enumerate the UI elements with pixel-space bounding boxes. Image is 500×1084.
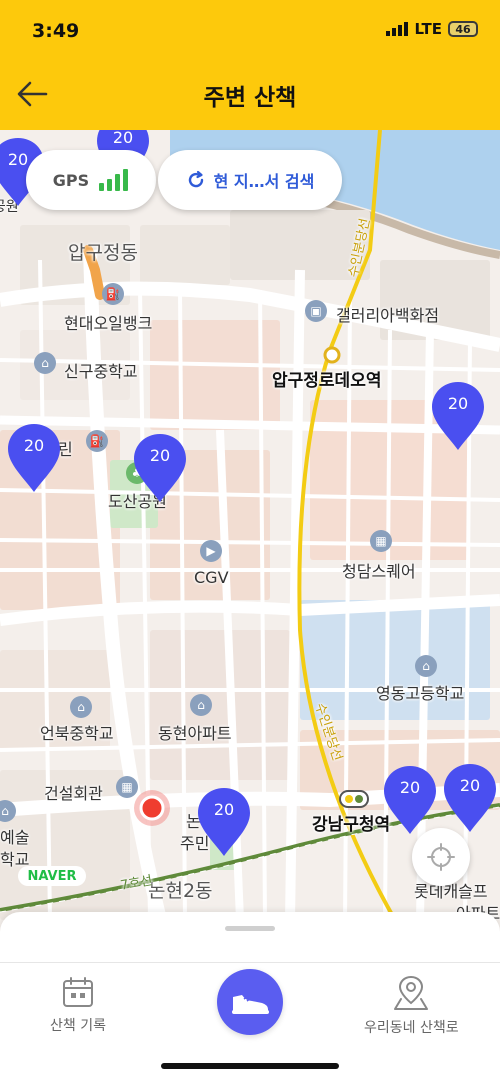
station-label: 압구정로데오역 [272,371,382,391]
gps-label: GPS [52,170,90,190]
home-indicator [161,1063,339,1069]
place-label: 언북중학교 [40,724,114,743]
place-label: CGV [194,568,229,587]
map-view[interactable]: ⛽ ▣ ⌂ ⛽ ♣ ▶ ▦ ⌂ ⌂ ⌂ ▦ ⌂ 압구정동 현대오일뱅크 갤러리아… [0,130,500,920]
tab-neighborhood-trail[interactable]: 우리동네 산책로 [364,975,459,1037]
map-pin-icon [8,424,60,492]
tab-label: 우리동네 산책로 [364,1020,459,1036]
map-pin-icon [432,382,484,450]
place-label: 영동고등학교 [376,684,465,703]
pin-count: 20 [23,436,45,455]
place-label: 건설회관 [44,784,103,803]
sheet-handle[interactable] [225,926,275,931]
gas-station-icon: ⛽ [86,430,108,452]
tab-label: 산책 기록 [50,1018,106,1034]
place-label: 현대오일뱅크 [64,314,153,333]
network-type: LTE [414,20,442,38]
walk-count-pin[interactable]: 20 [382,764,438,836]
map-pin-icon [134,434,186,502]
search-here-label: 현 지…서 검색 [213,172,315,191]
map-pin-icon [394,975,429,1010]
walk-count-pin[interactable]: 20 [430,380,486,452]
building-icon: ▦ [116,776,138,798]
pin-count: 20 [447,394,469,413]
start-walk-button[interactable] [217,969,283,1035]
top-bar: 3:49 LTE 46 주변 산책 [0,0,500,130]
status-indicators: LTE 46 [386,20,478,38]
place-label: 청담스퀘어 [342,562,416,581]
tab-bar: 산책 기록 우리동네 산책로 [0,962,500,1084]
school-icon: ⌂ [70,696,92,718]
place-label: 예술 [0,828,30,847]
pin-count: 20 [459,776,481,795]
walk-count-pin[interactable]: 20 [6,422,62,494]
cinema-icon: ▶ [200,540,222,562]
sneaker-icon [232,995,269,1014]
walk-count-pin[interactable]: 20 [442,762,498,834]
map-pin-icon [384,766,436,834]
gps-signal-icon [99,169,129,191]
status-time: 3:49 [32,20,80,42]
naver-logo: NAVER [18,866,86,886]
apartment-icon: ⌂ [190,694,212,716]
battery-icon: 46 [448,21,478,37]
building-icon: ▦ [370,530,392,552]
my-location-button[interactable] [412,828,470,886]
school-icon: ⌂ [34,352,56,374]
pin-count: 20 [149,446,171,465]
gps-status-pill[interactable]: GPS [26,150,156,210]
refresh-icon [188,170,203,188]
school-icon: ⌂ [415,655,437,677]
station-label: 강남구청역 [312,815,391,835]
place-label: 논현2동 [148,880,213,902]
gas-station-icon: ⛽ [102,283,124,305]
pin-count: 20 [213,800,235,819]
map-pin-icon [444,764,496,832]
place-label: 압구정동 [68,242,138,264]
walk-count-pin[interactable]: 20 [196,786,252,858]
place-label: 갤러리아백화점 [336,306,440,325]
place-label: 신구중학교 [64,362,138,381]
crosshair-icon [427,843,455,871]
place-label: 동현아파트 [158,724,232,743]
tab-walk-record[interactable]: 산책 기록 [50,975,106,1035]
pin-count: 20 [399,778,421,797]
shopping-icon: ▣ [305,300,327,322]
calendar-icon [62,977,93,1007]
walk-count-pin[interactable]: 20 [132,432,188,504]
search-here-button[interactable]: 현 지…서 검색 [158,150,342,210]
pin-count: 20 [112,130,134,147]
page-title: 주변 산책 [203,85,297,111]
signal-icon [386,22,409,36]
map-pin-icon [198,788,250,856]
